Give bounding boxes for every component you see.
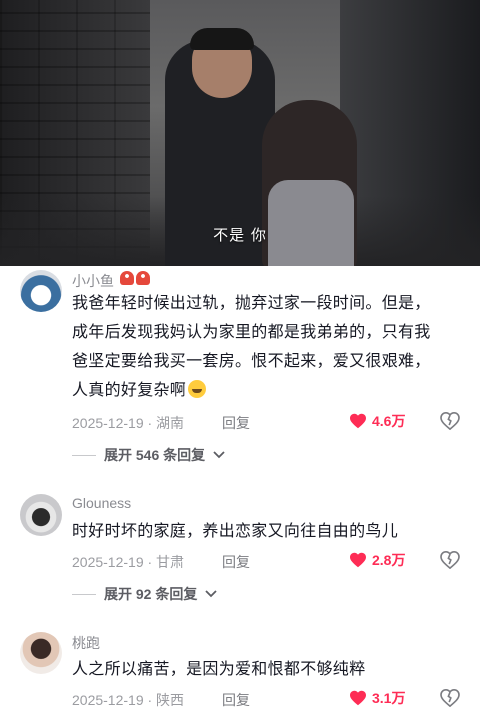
comment-text-line: 时好时坏的家庭，养出恋家又向往自由的鸟儿 (72, 521, 399, 540)
woman-coat (268, 180, 354, 266)
reply-button[interactable]: 回复 (222, 690, 250, 710)
heart-icon (350, 552, 366, 568)
comment-text[interactable]: 时好时坏的家庭，养出恋家又向往自由的鸟儿 (72, 516, 464, 545)
comment-text-line: 爸坚定要给我买一套房。恨不起来，爱又很艰难， (72, 351, 431, 370)
expand-replies-label: 展开 92 条回复 (104, 586, 198, 602)
comment-item: 小小鱼 我爸年轻时候出过轨，抛弃过家一段时间。但是， 成年后发现我妈认为家里的都… (0, 266, 480, 476)
mushroom-badge-icon (136, 271, 150, 285)
comment-text-line: 成年后发现我妈认为家里的都是我弟弟的，只有我 (72, 322, 431, 341)
comment-date-location: 2025-12-19 · 陕西 (72, 692, 185, 708)
video-player[interactable]: 不是 你 (0, 0, 480, 266)
reply-button[interactable]: 回复 (222, 413, 250, 433)
crying-face-emoji-icon (188, 380, 207, 398)
comment-item: Glouness 时好时坏的家庭，养出恋家又向往自由的鸟儿 2025-12-19… (0, 490, 480, 610)
avatar[interactable] (20, 632, 62, 674)
chevron-down-icon (205, 590, 217, 598)
broken-heart-icon[interactable] (440, 689, 460, 707)
comment-date-location: 2025-12-19 · 湖南 (72, 415, 185, 431)
broken-heart-icon[interactable] (440, 551, 460, 569)
comment-text-line: 我爸年轻时候出过轨，抛弃过家一段时间。但是， (72, 293, 431, 312)
user-badges (120, 271, 150, 285)
like-count: 3.1万 (372, 690, 406, 706)
expand-replies-button[interactable]: 展开 92 条回复 (72, 584, 217, 604)
like-count: 2.8万 (372, 552, 406, 568)
comment-item: 桃跑 人之所以痛苦，是因为爱和恨都不够纯粹 2025-12-19 · 陕西 回复… (0, 628, 480, 708)
like-button[interactable]: 3.1万 (349, 688, 405, 708)
mushroom-badge-icon (120, 271, 134, 285)
reply-button[interactable]: 回复 (222, 552, 250, 572)
heart-icon (350, 690, 366, 706)
comment-text-line: 人真的好复杂啊 (72, 375, 464, 404)
avatar[interactable] (20, 270, 62, 312)
man-hair (190, 28, 254, 50)
heart-icon (350, 413, 366, 429)
comment-text-line: 人之所以痛苦，是因为爱和恨都不够纯粹 (72, 659, 366, 678)
chevron-down-icon (213, 451, 225, 459)
like-count: 4.6万 (372, 413, 406, 429)
comment-date-location: 2025-12-19 · 甘肃 (72, 554, 185, 570)
expand-replies-button[interactable]: 展开 546 条回复 (72, 445, 225, 465)
divider-line (72, 454, 96, 456)
comment-username[interactable]: Glouness (72, 495, 131, 511)
comment-text-fragment: 人真的好复杂啊 (72, 380, 187, 399)
comment-text[interactable]: 我爸年轻时候出过轨，抛弃过家一段时间。但是， 成年后发现我妈认为家里的都是我弟弟… (72, 288, 464, 404)
avatar[interactable] (20, 494, 62, 536)
broken-heart-icon[interactable] (440, 412, 460, 430)
video-subtitle: 不是 你 (213, 226, 267, 244)
divider-line (72, 593, 96, 595)
expand-replies-label: 展开 546 条回复 (104, 447, 206, 463)
comment-text[interactable]: 人之所以痛苦，是因为爱和恨都不够纯粹 (72, 654, 464, 683)
like-button[interactable]: 2.8万 (349, 550, 405, 570)
comment-username[interactable]: 桃跑 (72, 633, 100, 653)
like-button[interactable]: 4.6万 (349, 411, 405, 431)
